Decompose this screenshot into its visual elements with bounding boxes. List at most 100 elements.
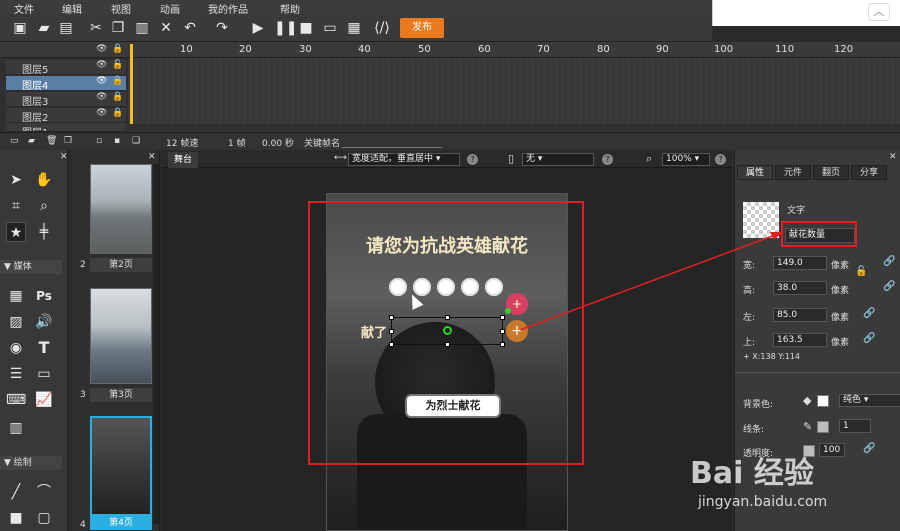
page-label[interactable]: 第3页 xyxy=(90,388,152,402)
fit-mode-select[interactable]: 宽度适配，垂直居中 ▾ xyxy=(348,153,460,166)
background-mode-select[interactable]: 纯色 ▾ xyxy=(839,394,900,407)
text-tool-icon[interactable]: T xyxy=(34,338,54,358)
eye-icon[interactable]: 👁 xyxy=(96,44,107,54)
copy-layer-icon[interactable]: ❐ xyxy=(64,136,72,146)
line-color-swatch[interactable] xyxy=(817,421,829,433)
tab-share[interactable]: 分享 xyxy=(851,165,887,180)
play-icon[interactable]: ▶ xyxy=(250,20,266,36)
chart-icon[interactable]: 📈 xyxy=(34,390,54,410)
lock-icon[interactable]: 🔒 xyxy=(112,92,123,102)
eye-icon[interactable]: 👁 xyxy=(96,108,107,118)
help-icon[interactable]: ? xyxy=(602,154,613,165)
tab-stage[interactable]: 舞台 xyxy=(168,152,198,168)
rounded-rect-tool-icon[interactable]: ▢ xyxy=(34,508,54,528)
trash-icon[interactable]: 🗑 xyxy=(46,136,57,146)
new-file-icon[interactable]: ▣ xyxy=(12,20,28,36)
photoshop-icon[interactable]: Ps xyxy=(34,286,54,306)
layer-row[interactable]: 图层1 xyxy=(6,123,126,132)
link-icon[interactable]: 🔗 xyxy=(883,281,895,292)
frame-grid[interactable] xyxy=(128,58,900,124)
width-input[interactable]: 149.0 xyxy=(773,256,827,270)
unlock-icon[interactable]: 🔓 xyxy=(112,60,123,70)
frame-copy-icon[interactable]: ❑ xyxy=(132,136,140,146)
draw-section-header[interactable]: ▼ 绘制 xyxy=(0,456,62,470)
layer-row[interactable]: 图层5 👁 🔓 xyxy=(6,60,126,76)
crop-tool-icon[interactable]: ⌗ xyxy=(6,196,26,216)
eye-icon[interactable]: 👁 xyxy=(96,76,107,86)
slideshow-icon[interactable]: ▭ xyxy=(34,364,54,384)
page-label-selected[interactable]: 第4页 xyxy=(90,516,152,530)
help-icon[interactable]: ? xyxy=(467,154,478,165)
folder-icon[interactable]: ▰ xyxy=(28,136,35,146)
hand-tool-icon[interactable]: ✋ xyxy=(34,170,54,190)
zoom-tool-icon[interactable]: ⌕ xyxy=(34,196,54,216)
page-thumbnail[interactable] xyxy=(90,288,152,384)
rectangle-tool-icon[interactable]: ■ xyxy=(6,508,26,528)
tab-components[interactable]: 元件 xyxy=(775,165,811,180)
publish-button[interactable]: 发布 xyxy=(400,18,444,38)
page-thumbnail[interactable] xyxy=(90,164,152,254)
select-arrow-icon[interactable]: ➤ xyxy=(6,170,26,190)
audio-icon[interactable]: 🔊 xyxy=(34,312,54,332)
paste-icon[interactable]: ▥ xyxy=(134,20,150,36)
video-icon[interactable]: ◉ xyxy=(6,338,26,358)
list-icon[interactable]: ☰ xyxy=(6,364,26,384)
curve-tool-icon[interactable]: ⌒ xyxy=(34,482,54,502)
open-folder-icon[interactable]: ▰ xyxy=(36,20,52,36)
lock-ratio-icon[interactable]: 🔓 xyxy=(855,266,867,277)
guide-tool-icon[interactable]: ╪ xyxy=(34,222,54,242)
tab-properties[interactable]: 属性 xyxy=(737,165,773,180)
height-input[interactable]: 38.0 xyxy=(773,281,827,295)
left-input[interactable]: 85.0 xyxy=(773,308,827,322)
layer-row-selected[interactable]: 图层4 👁 🔒 xyxy=(6,76,126,92)
layer-row[interactable]: 图层2 👁 🔒 xyxy=(6,108,126,124)
code-icon[interactable]: ⟨/⟩ xyxy=(374,20,390,36)
pen-icon[interactable]: ✎ xyxy=(803,420,812,433)
save-icon[interactable]: ▤ xyxy=(58,20,74,36)
undo-icon[interactable]: ↶ xyxy=(182,20,198,36)
star-tool-icon[interactable]: ★ xyxy=(6,222,26,242)
background-color-swatch[interactable] xyxy=(817,395,829,407)
zoom-select[interactable]: 100% ▾ xyxy=(662,153,710,166)
paint-bucket-icon[interactable]: ◆ xyxy=(803,394,811,407)
delete-icon[interactable]: ✕ xyxy=(158,20,174,36)
eye-icon[interactable]: 👁 xyxy=(96,92,107,102)
preview-icon[interactable]: ▭ xyxy=(322,20,338,36)
line-width-input[interactable]: 1 xyxy=(839,419,871,433)
link-icon[interactable]: 🔗 xyxy=(863,308,875,319)
layer-row[interactable]: 图层3 👁 🔒 xyxy=(6,92,126,108)
pages-scrollbar[interactable] xyxy=(153,164,159,524)
chevron-up-icon[interactable]: ︿ xyxy=(868,3,890,21)
cut-icon[interactable]: ✂ xyxy=(88,20,104,36)
stage-area[interactable]: 请您为抗战英雄献花 献了 + + 为烈士献花 xyxy=(162,168,732,531)
lock-icon[interactable]: 🔒 xyxy=(112,108,123,118)
pause-icon[interactable]: ❚❚ xyxy=(274,20,297,36)
add-layer-icon[interactable]: ▭ xyxy=(10,136,19,146)
line-tool-icon[interactable]: ╱ xyxy=(6,482,26,502)
media-section-header[interactable]: ▼ 媒体 xyxy=(0,260,62,274)
help-icon[interactable]: ? xyxy=(715,154,726,165)
device-select[interactable]: 无 ▾ xyxy=(522,153,594,166)
playhead[interactable] xyxy=(130,44,133,124)
html-icon[interactable]: ⌨ xyxy=(6,390,26,410)
qrcode-icon[interactable]: ▦ xyxy=(346,20,362,36)
tab-page-turn[interactable]: 翻页 xyxy=(813,165,849,180)
lock-icon[interactable]: 🔒 xyxy=(112,44,123,54)
stop-icon[interactable]: ■ xyxy=(298,20,314,36)
page-thumbnail-selected[interactable] xyxy=(90,416,152,516)
frame-add-icon[interactable]: ▫ xyxy=(96,136,102,146)
redo-icon[interactable]: ↷ xyxy=(214,20,230,36)
copy-icon[interactable]: ❐ xyxy=(110,20,126,36)
frame-delete-icon[interactable]: ▪ xyxy=(114,136,120,146)
close-icon[interactable]: ✕ xyxy=(148,152,156,162)
link-icon[interactable]: 🔗 xyxy=(863,333,875,344)
page-label[interactable]: 第2页 xyxy=(90,258,152,272)
link-icon[interactable]: 🔗 xyxy=(883,256,895,267)
close-icon[interactable]: ✕ xyxy=(889,152,897,162)
eye-icon[interactable]: 👁 xyxy=(96,60,107,70)
lock-icon[interactable]: 🔒 xyxy=(112,76,123,86)
top-input[interactable]: 163.5 xyxy=(773,333,827,347)
close-icon[interactable]: ✕ xyxy=(60,152,68,162)
image-icon[interactable]: ▨ xyxy=(6,312,26,332)
keyframe-name-input[interactable] xyxy=(342,136,442,148)
